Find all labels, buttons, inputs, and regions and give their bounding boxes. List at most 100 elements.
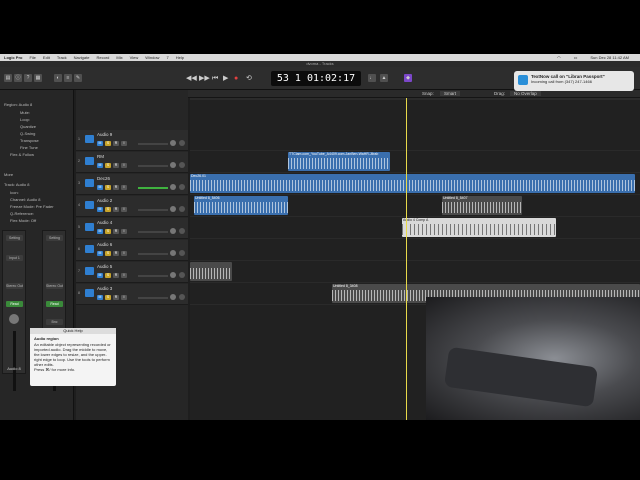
track-header[interactable]: 5 Audio 4 MSRI [76, 218, 188, 239]
menu-navigate[interactable]: Navigate [74, 55, 90, 60]
mute-button[interactable]: M [97, 163, 103, 168]
track-name[interactable]: Audio 2 [97, 198, 112, 203]
menu-file[interactable]: File [29, 55, 35, 60]
pan-knob[interactable] [179, 294, 185, 300]
solo-button[interactable]: S [105, 251, 111, 256]
volume-knob[interactable] [170, 228, 176, 234]
track-name[interactable]: Audio 3 [97, 286, 112, 291]
track-lane[interactable]: Untitled 8_5406 Untitled 8_5407 [190, 196, 640, 217]
menu-track[interactable]: Track [57, 55, 67, 60]
track-name[interactable]: Dec26 [97, 176, 110, 181]
strip-volume-fader[interactable] [13, 331, 16, 391]
region-inspector-header[interactable]: Region: Audio 8 [4, 102, 32, 107]
battery-icon[interactable]: ▭ [574, 55, 578, 60]
strip-setting-button[interactable]: Setting [6, 235, 23, 241]
mute-button[interactable]: M [97, 141, 103, 146]
menu-window[interactable]: Window [145, 55, 159, 60]
record-enable-button[interactable]: R [113, 229, 119, 234]
input-monitor-button[interactable]: I [121, 251, 127, 256]
audio-region[interactable]: Audio 4 Comp A [402, 218, 556, 237]
strip-automation-read-2[interactable]: Read [46, 301, 63, 307]
pan-knob[interactable] [179, 184, 185, 190]
cycle-icon[interactable]: ⟲ [246, 75, 252, 82]
volume-knob[interactable] [170, 184, 176, 190]
solo-button[interactable]: S [105, 141, 111, 146]
volume-knob[interactable] [170, 294, 176, 300]
solo-button[interactable]: S [105, 273, 111, 278]
record-enable-button[interactable]: R [113, 295, 119, 300]
menubar-clock[interactable]: Sun Dec 28 11:42 AM [590, 55, 629, 60]
drag-select[interactable]: No Overlap [510, 91, 541, 96]
solo-button[interactable]: S [105, 295, 111, 300]
editors-icon[interactable]: ✎ [74, 74, 82, 82]
volume-knob[interactable] [170, 272, 176, 278]
mute-button[interactable]: M [97, 229, 103, 234]
input-monitor-button[interactable]: I [121, 163, 127, 168]
track-name[interactable]: Audio 9 [97, 132, 112, 137]
volume-knob[interactable] [170, 206, 176, 212]
strip-automation-read[interactable]: Read [6, 301, 23, 307]
tuner-icon[interactable]: ♩ [368, 74, 376, 82]
track-lane[interactable]: Audio 4 Comp A [190, 218, 640, 239]
strip-pan-knob[interactable] [9, 314, 19, 324]
solo-button[interactable]: S [105, 229, 111, 234]
strip-bounce-button[interactable]: Bnc [46, 319, 63, 325]
lcd-display[interactable]: 53 1 01:02:17 [271, 71, 361, 86]
input-monitor-button[interactable]: I [121, 273, 127, 278]
pan-knob[interactable] [179, 272, 185, 278]
mute-button[interactable]: M [97, 273, 103, 278]
wifi-icon[interactable]: ◠ [557, 55, 561, 60]
track-header[interactable]: 2 RM MSRI [76, 152, 188, 173]
track-lane[interactable] [190, 262, 640, 283]
snap-select[interactable]: Smart [440, 91, 461, 96]
track-header[interactable]: 7 Audio 5 MSRI [76, 262, 188, 283]
menu-record[interactable]: Record [96, 55, 109, 60]
audio-region[interactable]: Untitled 8_5406 [194, 196, 288, 215]
pan-knob[interactable] [179, 228, 185, 234]
audio-region[interactable] [190, 262, 232, 281]
fast-forward-icon[interactable]: ▶▶ [199, 75, 210, 82]
input-monitor-button[interactable]: I [121, 207, 127, 212]
toolbar-icon[interactable]: ▦ [34, 74, 42, 82]
volume-knob[interactable] [170, 162, 176, 168]
track-name[interactable]: Audio 5 [97, 264, 112, 269]
record-enable-button[interactable]: R [113, 163, 119, 168]
audio-region[interactable]: Untitled 8_5407 [442, 196, 522, 215]
menu-view[interactable]: View [130, 55, 139, 60]
record-enable-button[interactable]: R [113, 273, 119, 278]
app-menu[interactable]: Logic Pro [4, 55, 22, 60]
strip-output-button[interactable]: Stereo Out [6, 283, 23, 289]
audio-region[interactable]: Dec26.01 [190, 174, 635, 193]
count-in-icon[interactable]: ◆ [404, 74, 412, 82]
audio-region[interactable]: TTClam.com_YouTube_A4409.com-JanBen-WaHR… [288, 152, 390, 171]
playhead[interactable] [406, 98, 407, 420]
track-header[interactable]: 1 Audio 9 MSRI [76, 130, 188, 151]
more-section[interactable]: More [4, 172, 13, 177]
track-header[interactable]: 4 Audio 2 MSRI [76, 196, 188, 217]
go-to-start-icon[interactable]: ⏮ [212, 75, 218, 82]
volume-knob[interactable] [170, 250, 176, 256]
strip-output-button-2[interactable]: Stereo Out [46, 283, 63, 289]
solo-button[interactable]: S [105, 207, 111, 212]
record-enable-button[interactable]: R [113, 185, 119, 190]
record-enable-button[interactable]: R [113, 141, 119, 146]
mute-button[interactable]: M [97, 185, 103, 190]
track-header[interactable]: 3 Dec26 MSRI [76, 174, 188, 195]
solo-button[interactable]: S [105, 185, 111, 190]
track-name[interactable]: Audio 6 [97, 242, 112, 247]
call-notification[interactable]: TextNow call on "Libran Passport" Incomi… [514, 71, 634, 91]
input-monitor-button[interactable]: I [121, 229, 127, 234]
mute-button[interactable]: M [97, 295, 103, 300]
pan-knob[interactable] [179, 162, 185, 168]
menu-mix[interactable]: Mix [116, 55, 122, 60]
track-lane[interactable] [190, 130, 640, 151]
mixer-icon[interactable]: ≡ [64, 74, 72, 82]
track-header[interactable]: 8 Audio 3 MSRI [76, 284, 188, 305]
pan-knob[interactable] [179, 250, 185, 256]
input-monitor-button[interactable]: I [121, 141, 127, 146]
strip-input-button[interactable]: Input 1 [6, 255, 23, 261]
strip-setting-button-2[interactable]: Setting [46, 235, 63, 241]
track-name[interactable]: RM [97, 154, 104, 159]
input-monitor-button[interactable]: I [121, 185, 127, 190]
mute-button[interactable]: M [97, 207, 103, 212]
